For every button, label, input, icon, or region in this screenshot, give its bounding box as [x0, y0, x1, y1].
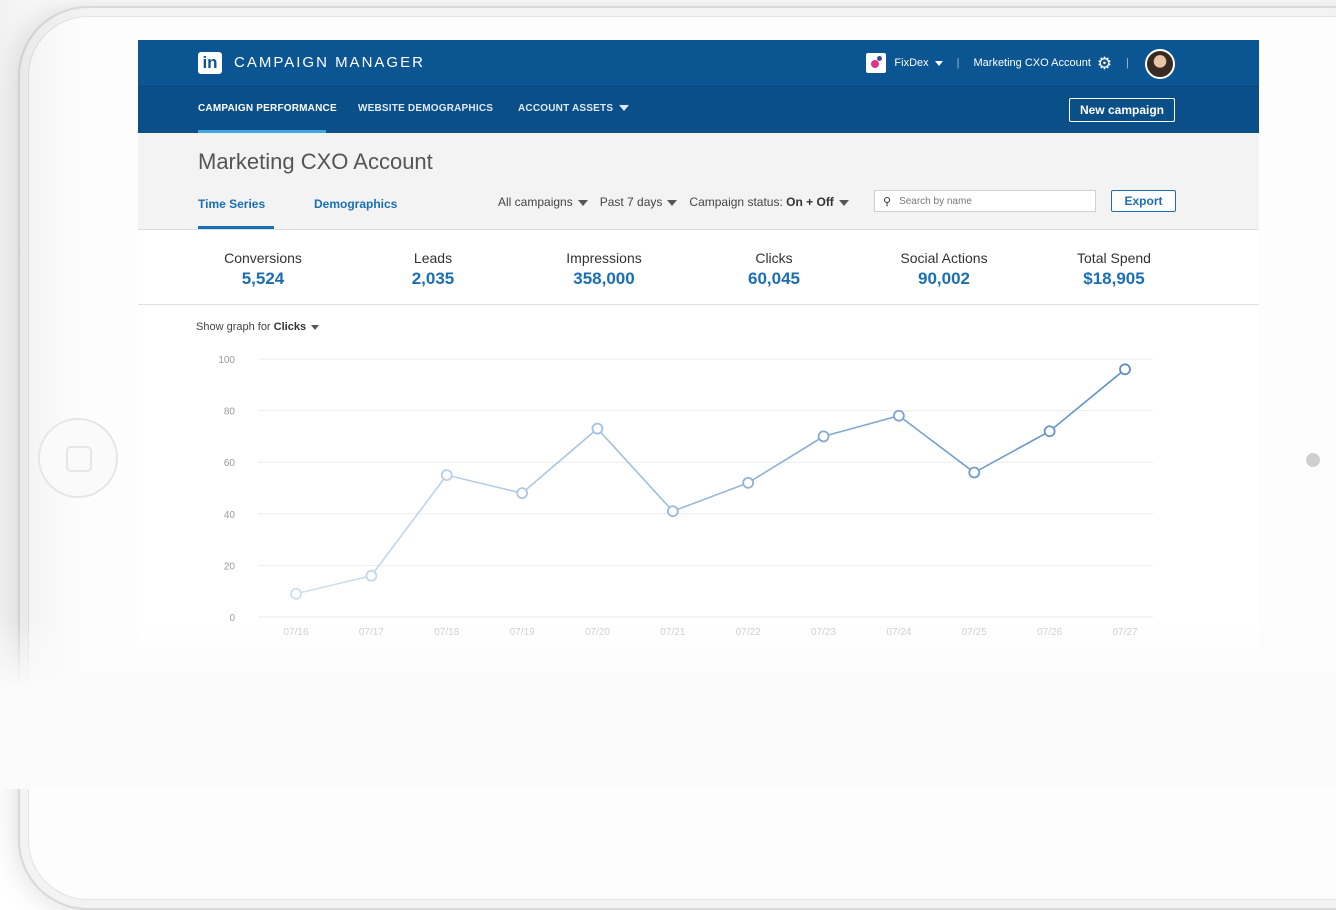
x-tick-label: 07/26: [1037, 627, 1062, 638]
tab-active-indicator: [198, 226, 274, 229]
gear-icon[interactable]: ⚙: [1097, 55, 1112, 72]
app-screen: in CAMPAIGN MANAGER FixDex | Marketing C…: [138, 40, 1259, 670]
metric-social-actions[interactable]: Social Actions 90,002: [874, 250, 1014, 289]
metric-value: 5,524: [241, 269, 285, 288]
app-title: CAMPAIGN MANAGER: [234, 54, 425, 71]
home-button-square-icon: [66, 446, 92, 472]
data-point: [968, 466, 981, 479]
camera-dot: [1306, 453, 1320, 467]
nav-account-assets[interactable]: ACCOUNT ASSETS: [518, 103, 630, 114]
metrics-bar: Conversions 5,524 Leads 2,035 Impression…: [138, 230, 1259, 305]
y-tick-label: 0: [229, 613, 235, 624]
organization-icon: [866, 53, 887, 73]
search-input[interactable]: ⚲: [874, 190, 1096, 212]
campaigns-filter-label: All campaigns: [498, 195, 573, 209]
data-point: [742, 476, 755, 489]
y-tick-label: 80: [224, 407, 236, 418]
metric-clicks[interactable]: Clicks 60,045: [704, 250, 844, 289]
data-point: [893, 409, 905, 422]
metric-label: Conversions: [224, 250, 302, 266]
x-tick-label: 07/24: [886, 627, 911, 638]
page-header: Marketing CXO Account Time Series Demogr…: [138, 133, 1259, 230]
status-filter-label: Campaign status:: [689, 195, 783, 209]
nav-account-assets-label: ACCOUNT ASSETS: [518, 103, 614, 114]
search-icon: ⚲: [883, 195, 892, 208]
metric-label: Clicks: [755, 250, 793, 266]
chevron-down-icon: [838, 199, 849, 206]
chevron-down-icon: [619, 105, 630, 112]
divider: |: [1126, 57, 1129, 69]
metric-label: Total Spend: [1077, 250, 1151, 266]
data-point: [591, 422, 604, 435]
data-point: [817, 430, 830, 443]
org-switcher[interactable]: FixDex: [894, 57, 943, 69]
x-tick-label: 07/23: [811, 627, 836, 638]
data-point: [666, 505, 679, 518]
x-tick-label: 07/17: [359, 627, 384, 638]
data-point: [1119, 363, 1131, 376]
metric-label: Leads: [413, 250, 453, 266]
status-filter-value: On + Off: [786, 195, 834, 209]
x-tick-label: 07/20: [585, 627, 610, 638]
x-tick-label: 07/21: [660, 627, 685, 638]
filter-bar: All campaigns Past 7 days Campaign statu…: [498, 191, 861, 213]
data-point: [365, 569, 378, 582]
clicks-line-chart: 0 20 40 60 80 100 07/16 07/17 07/18 07/19 07/20 07/…: [218, 355, 1153, 638]
y-tick-label: 20: [224, 561, 236, 572]
linkedin-logo[interactable]: in: [198, 52, 222, 74]
metric-total-spend[interactable]: Total Spend $18,905: [1044, 250, 1184, 289]
x-tick-label: 07/22: [736, 627, 761, 638]
metric-value: 60,045: [748, 269, 800, 288]
org-name: FixDex: [894, 57, 929, 69]
data-point: [1043, 425, 1056, 438]
metric-value: 358,000: [573, 269, 635, 288]
account-name[interactable]: Marketing CXO Account: [974, 57, 1091, 69]
top-bar: in CAMPAIGN MANAGER FixDex | Marketing C…: [138, 40, 1259, 86]
date-range-filter[interactable]: Past 7 days: [600, 195, 678, 209]
chevron-down-icon: [667, 199, 678, 206]
divider: |: [956, 57, 960, 69]
chevron-down-icon: [577, 199, 588, 206]
data-point: [290, 587, 302, 600]
graph-area: Show graph for Clicks 0 20 40 60 80 100 07/16 0…: [138, 305, 1259, 665]
x-tick-label: 07/25: [962, 627, 987, 638]
metric-conversions[interactable]: Conversions 5,524: [193, 250, 333, 289]
campaigns-filter[interactable]: All campaigns: [498, 195, 588, 209]
account-controls: FixDex | Marketing CXO Account ⚙ |: [866, 50, 1143, 76]
x-tick-label: 07/19: [510, 627, 535, 638]
metric-impressions[interactable]: Impressions 358,000: [534, 250, 674, 289]
home-button: [38, 418, 118, 498]
tab-time-series[interactable]: Time Series: [198, 197, 265, 211]
series-line: [295, 368, 1126, 595]
data-point: [516, 487, 528, 500]
nav-campaign-performance[interactable]: CAMPAIGN PERFORMANCE: [198, 103, 337, 114]
nav-bar: CAMPAIGN PERFORMANCE WEBSITE DEMOGRAPHIC…: [138, 86, 1259, 133]
tab-demographics[interactable]: Demographics: [314, 197, 397, 211]
status-filter[interactable]: Campaign status: On + Off: [689, 195, 849, 209]
x-tick-label: 07/16: [283, 627, 308, 638]
new-campaign-button[interactable]: New campaign: [1068, 98, 1175, 122]
nav-website-demographics[interactable]: WEBSITE DEMOGRAPHICS: [358, 103, 493, 114]
export-button[interactable]: Export: [1111, 190, 1176, 212]
x-tick-label: 07/27: [1112, 627, 1137, 638]
y-tick-label: 60: [224, 458, 236, 469]
metric-value: 90,002: [918, 269, 970, 288]
metric-value: $18,905: [1083, 269, 1145, 288]
y-tick-label: 100: [218, 355, 235, 366]
search-field[interactable]: [897, 194, 1072, 208]
data-point: [440, 469, 453, 482]
chevron-down-icon: [934, 61, 943, 66]
avatar[interactable]: [1145, 49, 1175, 79]
metric-leads[interactable]: Leads 2,035: [363, 250, 503, 289]
date-range-label: Past 7 days: [599, 195, 663, 209]
metric-value: 2,035: [411, 269, 455, 288]
page-title: Marketing CXO Account: [198, 149, 433, 174]
metric-label: Social Actions: [900, 250, 988, 266]
x-tick-label: 07/18: [434, 627, 459, 638]
y-tick-label: 40: [224, 510, 236, 521]
metric-label: Impressions: [566, 250, 642, 266]
